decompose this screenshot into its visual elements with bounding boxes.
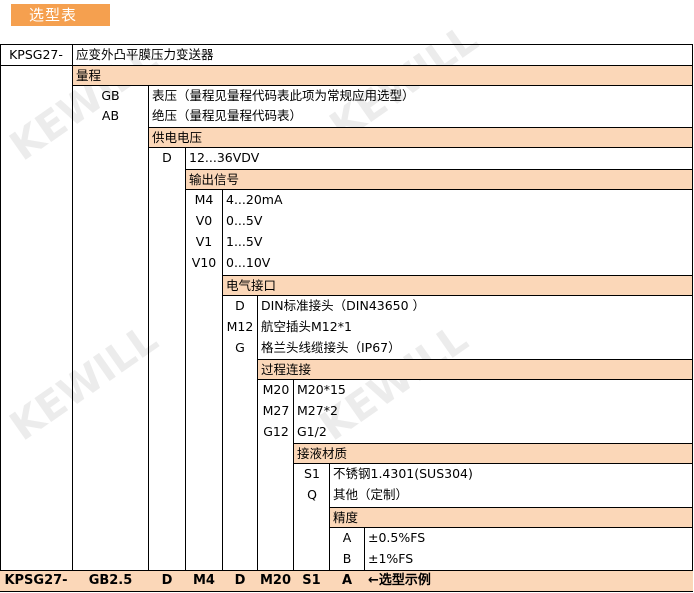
process-code: M20 (262, 382, 290, 397)
process-desc: M20*15 (297, 382, 346, 397)
row-divider (0, 65, 693, 66)
column-divider (293, 380, 294, 592)
column-divider (148, 86, 149, 592)
example-label: ←选型示例 (368, 573, 431, 588)
example-code: A (341, 573, 353, 588)
material-header: 接液材质 (294, 443, 692, 464)
example-code: D (234, 573, 246, 588)
column-divider (72, 44, 73, 592)
output-desc: 0...5V (226, 213, 263, 228)
electrical-code: D (235, 298, 245, 313)
range-desc: 绝压（量程见量程代码表） (152, 108, 303, 123)
example-code: D (161, 573, 173, 588)
material-code: S1 (304, 466, 320, 481)
accuracy-desc: ±0.5%FS (368, 530, 426, 545)
section-badge: 选型表 (11, 4, 110, 26)
power-header: 供电电压 (149, 127, 692, 148)
table-right-border (692, 44, 693, 592)
output-code: M4 (194, 192, 214, 207)
electrical-code: G (235, 340, 245, 355)
watermark-logo: KEWILL (2, 315, 167, 451)
output-desc: 1...5V (226, 234, 263, 249)
range-code: GB (101, 88, 120, 103)
process-desc: M27*2 (297, 403, 338, 418)
product-name: 应变外凸平膜压力变送器 (76, 47, 214, 62)
electrical-desc: 航空插头M12*1 (261, 319, 352, 334)
example-code: KPSG27- (4, 573, 68, 588)
accuracy-code: B (342, 551, 352, 566)
accuracy-desc: ±1%FS (368, 551, 414, 566)
range-header: 量程 (73, 65, 692, 86)
material-code: Q (307, 487, 317, 502)
column-divider (185, 148, 186, 592)
process-desc: G1/2 (297, 424, 327, 439)
model-prefix: KPSG27- (9, 47, 63, 62)
range-desc: 表压（量程见量程代码表此项为常规应用选型） (152, 88, 415, 103)
output-desc: 4...20mA (226, 192, 283, 207)
process-code: M27 (262, 403, 290, 418)
range-code: AB (101, 108, 120, 123)
electrical-desc: DIN标准接头（DIN43650 ） (261, 298, 426, 313)
electrical-desc: 格兰头线缆接头（IP67） (261, 340, 401, 355)
material-desc: 其他（定制） (333, 487, 409, 502)
output-code: V10 (191, 255, 217, 270)
example-code: M4 (193, 573, 215, 588)
power-desc: 12...36VDV (189, 150, 260, 165)
table-left-border (0, 44, 1, 592)
column-divider (257, 296, 258, 592)
accuracy-code: A (342, 530, 352, 545)
example-code: S1 (302, 573, 321, 588)
electrical-header: 电气接口 (223, 275, 692, 296)
electrical-code: M12 (226, 319, 254, 334)
power-code: D (162, 150, 172, 165)
example-code: M20 (259, 573, 292, 588)
column-divider (222, 190, 223, 592)
process-header: 过程连接 (258, 359, 692, 380)
example-row: KPSG27- GB2.5 D M4 D M20 S1 A ←选型示例 (0, 570, 693, 592)
output-code: V0 (195, 213, 213, 228)
output-desc: 0...10V (226, 255, 271, 270)
output-header: 输出信号 (186, 169, 692, 190)
output-code: V1 (195, 234, 213, 249)
material-desc: 不锈钢1.4301(SUS304) (333, 466, 473, 481)
accuracy-header: 精度 (330, 507, 692, 528)
example-code: GB2.5 (88, 573, 133, 588)
process-code: G12 (263, 424, 289, 439)
